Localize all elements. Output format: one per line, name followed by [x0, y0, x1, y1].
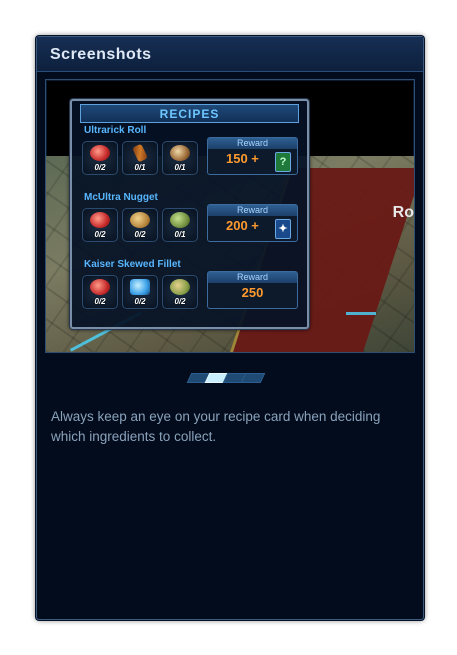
ingredient-slot: 0/2	[122, 208, 158, 242]
meat-icon	[90, 145, 110, 161]
question-icon: ?	[275, 152, 291, 172]
stick-icon	[132, 143, 148, 163]
reward-box: Reward 150 + ?	[207, 137, 298, 175]
meat-icon	[90, 279, 110, 295]
reward-value: 250	[241, 285, 264, 300]
nugget-icon	[130, 212, 150, 228]
ingredient-count: 0/1	[174, 230, 186, 239]
ingredient-count: 0/2	[94, 230, 106, 239]
ingredient-slot: 0/2	[82, 275, 118, 309]
reward-label: Reward	[208, 138, 297, 149]
nugget-icon	[170, 145, 190, 161]
recipe-card-title: RECIPES	[159, 107, 220, 121]
scene-edge-text: Ro	[392, 204, 414, 221]
reward-label: Reward	[208, 272, 297, 283]
ingredient-slot: 0/2	[82, 141, 118, 175]
reward-box: Reward 250	[207, 271, 298, 309]
recipe-card-header: RECIPES	[80, 104, 299, 123]
reward-box: Reward 200 + ✦	[207, 204, 298, 242]
panel-title: Screenshots	[50, 46, 152, 63]
screenshot-caption: Always keep an eye on your recipe card w…	[51, 409, 381, 444]
leaf-icon	[170, 279, 190, 295]
panel-header: Screenshots	[37, 37, 423, 72]
ingredient-slot: 0/1	[162, 141, 198, 175]
crystal-icon	[130, 279, 150, 295]
recipe-name: Ultrarick Roll	[84, 125, 147, 136]
ingredient-count: 0/2	[174, 297, 186, 306]
recipe-card: RECIPES Ultrarick Roll 0/2 0/1 0/1 Rewar…	[70, 99, 309, 329]
recipe-row: McUltra Nugget 0/2 0/2 0/1 Reward 200 + …	[82, 192, 300, 254]
screenshots-panel: Screenshots Ro RECIPES Ultrarick Roll 0/…	[36, 36, 424, 620]
recipe-name: McUltra Nugget	[84, 192, 158, 203]
screenshot-image[interactable]: Ro RECIPES Ultrarick Roll 0/2 0/1 0/1 Re…	[45, 79, 415, 353]
recipe-row: Kaiser Skewed Fillet 0/2 0/2 0/2 Reward …	[82, 259, 300, 321]
ingredient-slot: 0/2	[82, 208, 118, 242]
recipe-name: Kaiser Skewed Fillet	[84, 259, 181, 270]
ingredient-count: 0/2	[94, 163, 106, 172]
ingredient-slot: 0/1	[162, 208, 198, 242]
reward-label: Reward	[208, 205, 297, 216]
ingredient-slot: 0/2	[122, 275, 158, 309]
ingredient-count: 0/1	[134, 163, 146, 172]
star-icon: ✦	[275, 219, 291, 239]
ingredient-count: 0/2	[134, 297, 146, 306]
ingredient-slot: 0/2	[162, 275, 198, 309]
ingredient-count: 0/1	[174, 163, 186, 172]
pager-dot[interactable]	[240, 373, 266, 383]
ingredient-count: 0/2	[94, 297, 106, 306]
recipe-row: Ultrarick Roll 0/2 0/1 0/1 Reward 150 + …	[82, 125, 300, 187]
ingredient-count: 0/2	[134, 230, 146, 239]
ingredient-slot: 0/1	[122, 141, 158, 175]
light-strip	[346, 312, 376, 315]
meat-icon	[90, 212, 110, 228]
pod-icon	[170, 212, 190, 228]
